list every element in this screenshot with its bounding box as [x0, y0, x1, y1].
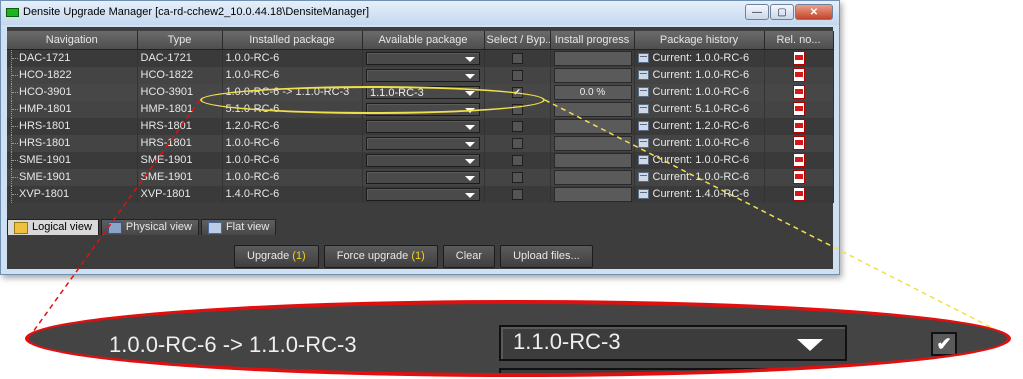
- zoom-callout: 1.0.0-RC-6 -> 1.1.0-RC-3 1.1.0-RC-3 ✔: [25, 300, 1011, 377]
- zoom-available-value: 1.1.0-RC-3: [513, 329, 621, 354]
- zoom-installed-package: 1.0.0-RC-6 -> 1.1.0-RC-3: [109, 332, 357, 357]
- chevron-down-icon: [797, 339, 823, 351]
- zoom-available-package-select: 1.1.0-RC-3: [499, 325, 847, 361]
- connector-left: [29, 99, 201, 337]
- zoom-select-checkbox: ✔: [931, 332, 957, 356]
